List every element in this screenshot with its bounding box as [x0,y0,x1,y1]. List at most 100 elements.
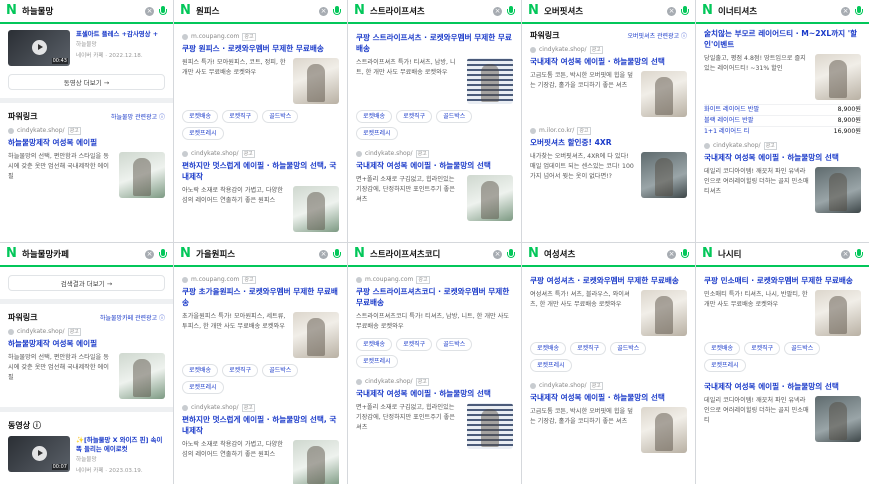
more-results-button[interactable]: 검색결과 더보기 → [8,275,165,291]
ad-title[interactable]: 쿠팡 스트라이프셔츠 · 로켓와우멤버 무제한 무료배송 [356,32,513,54]
chip-rocket-fresh[interactable]: 로켓프레시 [356,355,398,368]
ad-title[interactable]: 국내제작 여성복 에이필 · 하늘물망의 선택 [704,152,861,163]
mic-icon[interactable] [507,5,515,17]
ad-title[interactable]: 국내제작 여성복 에이필 · 하늘물망의 선택 [356,388,513,399]
ad-result[interactable]: cindykate.shop/광고 국내제작 여성복 에이필 · 하늘물망의 선… [530,381,687,453]
ad-result[interactable]: cindykate.shop/광고 하늘물망제작 여성복 에이필 하늘물망의 선… [8,327,165,399]
search-query[interactable]: 스트라이프셔츠 [370,5,488,17]
ad-result[interactable]: m.coupang.com 광고 쿠팡 스트라이프셔츠코디 · 로켓와우멤버 무제… [356,275,513,368]
product-thumbnail[interactable] [293,58,339,104]
mic-icon[interactable] [159,248,167,260]
chip-rocket-delivery[interactable]: 로켓배송 [182,110,219,123]
mic-icon[interactable] [681,248,689,260]
search-query[interactable]: 나시티 [718,248,836,260]
ad-result[interactable]: cindykate.shop/광고 편하지만 멋스럽게 에이필 · 하늘물망의 … [182,403,339,484]
ad-title[interactable]: 국내제작 여성복 에이필 · 하늘물망의 선택 [704,381,861,392]
ad-title[interactable]: 편하지만 멋스럽게 에이필 · 하늘물망의 선택, 국내제작 [182,414,339,436]
close-icon[interactable]: × [841,6,850,16]
search-bar[interactable]: N 오버핏셔츠 × [522,0,695,24]
search-bar[interactable]: N 여성셔츠 × [522,243,695,267]
search-bar[interactable]: N 하늘물망 × [0,0,173,24]
price-row[interactable]: 1+1 레이어드 티 16,900원 [704,126,861,137]
chip-rocket-delivery[interactable]: 로켓배송 [356,110,393,123]
product-thumbnail[interactable] [815,167,861,213]
ad-result[interactable]: cindykate.shop/광고 국내제작 여성복 에이필 · 하늘물망의 선… [356,149,513,221]
ad-result[interactable]: 국내제작 여성복 에이필 · 하늘물망의 선택 데일리 코디아이템! 깨끗처 파… [704,381,861,442]
chip-goldbox[interactable]: 골드박스 [436,110,473,123]
ad-title[interactable]: 하늘물망제작 여성복 에이필 [8,338,165,349]
chip-goldbox[interactable]: 골드박스 [436,338,473,351]
price-row[interactable]: 블랙 레이어드 반팔 8,900원 [704,115,861,126]
mic-icon[interactable] [681,5,689,17]
ad-result[interactable]: cindykate.shop/광고 편하지만 멋스럽게 에이필 · 하늘물망의 … [182,149,339,232]
close-icon[interactable]: × [145,6,154,16]
mic-icon[interactable] [333,248,341,260]
search-query[interactable]: 가을원피스 [196,248,314,260]
ad-title[interactable]: 국내제작 여성복 에이필 · 하늘물망의 선택 [356,160,513,171]
video-thumbnail[interactable]: 00:07 [8,436,70,472]
price-label[interactable]: 1+1 레이어드 티 [704,127,749,137]
search-bar[interactable]: N 하늘물망카페 × [0,243,173,267]
search-bar[interactable]: N 원피스 × [174,0,347,24]
price-label[interactable]: 블랙 레이어드 반팔 [704,116,753,126]
chip-rocket-direct[interactable]: 로켓직구 [396,338,433,351]
video-title[interactable]: ✨[하늘물망 X 와이즈 핀] 속이 똑 들리는 에이로컷 [76,436,165,454]
price-label[interactable]: 화이트 레이어드 반팔 [704,105,759,115]
product-thumbnail[interactable] [641,290,687,336]
close-icon[interactable]: × [841,249,850,259]
ad-result[interactable]: 쿠팡 스트라이프셔츠 · 로켓와우멤버 무제한 무료배송 스트라이프셔츠 특가!… [356,32,513,140]
product-thumbnail[interactable] [641,407,687,453]
close-icon[interactable]: × [493,6,502,16]
mic-icon[interactable] [159,5,167,17]
ad-title[interactable]: 쿠팡 스트라이프셔츠코디 · 로켓와우멤버 무제한 무료배송 [356,286,513,308]
mic-icon[interactable] [855,248,863,260]
mic-icon[interactable] [855,5,863,17]
search-query[interactable]: 여성셔츠 [544,248,662,260]
chip-rocket-direct[interactable]: 로켓직구 [744,342,781,355]
chip-rocket-fresh[interactable]: 로켓프레시 [182,127,224,140]
ad-result[interactable]: 쿠팡 여성셔츠 · 로켓와우멤버 무제한 무료배송 여성셔츠 특가! 셔츠, 블… [530,275,687,372]
video-result[interactable]: 00:43 표셀아트 플레스 +감사영상 + 하늘물망 네이버 카페 · 202… [8,30,165,66]
search-bar[interactable]: N 스트라이프셔츠 × [348,0,521,24]
chip-rocket-fresh[interactable]: 로켓프레시 [530,359,572,372]
search-bar[interactable]: N 이너티셔츠 × [696,0,869,24]
search-bar[interactable]: N 가을원피스 × [174,243,347,267]
ad-title[interactable]: 쿠팡 원피스 · 로켓와우멤버 무제한 무료배송 [182,43,339,54]
price-row[interactable]: 화이트 레이어드 반팔 8,900원 [704,104,861,115]
chip-goldbox[interactable]: 골드박스 [262,110,299,123]
product-thumbnail[interactable] [293,186,339,232]
ad-title[interactable]: 술치않는 부모르 레이어드티 · M~2XL까지 '할인'이벤트 [704,28,861,50]
search-query[interactable]: 이너티셔츠 [718,5,836,17]
close-icon[interactable]: × [319,6,328,16]
ad-result[interactable]: cindykate.shop/광고 국내제작 여성복 에이필 · 하늘물망의 선… [356,377,513,449]
product-thumbnail[interactable] [641,152,687,198]
ad-result[interactable]: m.ilor.co.kr/광고 오버핏셔츠 할인중! 4XR 내가찾는 오버핏셔… [530,126,687,198]
chip-goldbox[interactable]: 골드박스 [784,342,821,355]
close-icon[interactable]: × [145,249,154,259]
chip-rocket-direct[interactable]: 로켓직구 [222,364,259,377]
search-query[interactable]: 스트라이프셔츠코디 [370,248,488,260]
chip-rocket-direct[interactable]: 로켓직구 [222,110,259,123]
product-thumbnail[interactable] [293,440,339,484]
related-ads-link[interactable]: 하늘물망카페 관련광고 ⓘ [100,313,165,322]
ad-result[interactable]: cindykate.shop/광고 국내제작 여성복 에이필 · 하늘물망의 선… [704,141,861,213]
ad-title[interactable]: 하늘물망제작 여성복 에이필 [8,137,165,148]
search-query[interactable]: 오버핏셔츠 [544,5,662,17]
chip-rocket-direct[interactable]: 로켓직구 [396,110,433,123]
product-thumbnail[interactable] [815,290,861,336]
ad-title[interactable]: 쿠팡 민소매티 · 로켓와우멤버 무제한 무료배송 [704,275,861,286]
chip-rocket-fresh[interactable]: 로켓프레시 [704,359,746,372]
search-bar[interactable]: N 나시티 × [696,243,869,267]
product-thumbnail[interactable] [815,396,861,442]
video-thumbnail[interactable]: 00:43 [8,30,70,66]
product-thumbnail[interactable] [467,403,513,449]
product-thumbnail[interactable] [641,71,687,117]
close-icon[interactable]: × [667,6,676,16]
search-bar[interactable]: N 스트라이프셔츠코디 × [348,243,521,267]
mic-icon[interactable] [333,5,341,17]
ad-title[interactable]: 오버핏셔츠 할인중! 4XR [530,137,687,148]
product-thumbnail[interactable] [815,54,861,100]
ad-result[interactable]: m.coupang.com 광고 쿠팡 원피스 · 로켓와우멤버 무제한 무료배송… [182,32,339,140]
search-query[interactable]: 하늘물망카페 [22,248,140,260]
chip-rocket-delivery[interactable]: 로켓배송 [182,364,219,377]
